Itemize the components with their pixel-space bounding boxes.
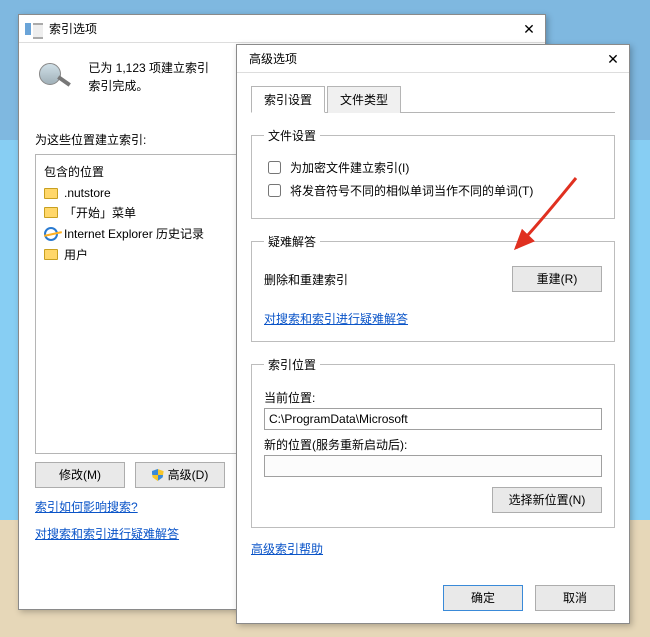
current-location-label: 当前位置: [264, 389, 602, 406]
status-text: 已为 1,123 项建立索引 索引完成。 [88, 59, 209, 95]
list-item-label: 「开始」菜单 [64, 204, 136, 221]
diacritics-checkbox-row[interactable]: 将发音符号不同的相似单词当作不同的单词(T) [264, 181, 602, 200]
close-icon[interactable]: ✕ [603, 49, 623, 69]
advanced-button[interactable]: 高级(D) [135, 462, 225, 488]
file-settings-legend: 文件设置 [264, 127, 320, 144]
file-settings-group: 文件设置 为加密文件建立索引(I) 将发音符号不同的相似单词当作不同的单词(T) [251, 127, 615, 219]
new-location-field[interactable] [264, 455, 602, 477]
advanced-options-dialog: 高级选项 ✕ 索引设置 文件类型 文件设置 为加密文件建立索引(I) 将发音符号… [236, 44, 630, 624]
dialog-title: 索引选项 [49, 20, 97, 37]
folder-icon [44, 207, 58, 218]
current-location-field[interactable] [264, 408, 602, 430]
uac-shield-icon [152, 469, 164, 481]
troubleshoot-legend: 疑难解答 [264, 233, 320, 250]
how-affect-search-link[interactable]: 索引如何影响搜索? [35, 498, 138, 515]
titlebar[interactable]: 高级选项 ✕ [237, 45, 629, 73]
encrypted-checkbox-label: 为加密文件建立索引(I) [290, 159, 409, 176]
tabs: 索引设置 文件类型 [251, 85, 615, 113]
troubleshoot-group: 疑难解答 删除和重建索引 重建(R) 对搜索和索引进行疑难解答 [251, 233, 615, 342]
new-location-label: 新的位置(服务重新启动后): [264, 436, 602, 453]
diacritics-checkbox[interactable] [268, 184, 281, 197]
rebuild-button[interactable]: 重建(R) [512, 266, 602, 292]
choose-new-location-button[interactable]: 选择新位置(N) [492, 487, 602, 513]
list-item-label: .nutstore [64, 186, 111, 200]
diacritics-checkbox-label: 将发音符号不同的相似单词当作不同的单词(T) [290, 182, 533, 199]
titlebar[interactable]: 索引选项 ✕ [19, 15, 545, 43]
magnifier-icon [35, 59, 75, 93]
list-item-label: Internet Explorer 历史记录 [64, 225, 204, 242]
ok-button[interactable]: 确定 [443, 585, 523, 611]
dialog-title: 高级选项 [249, 50, 297, 67]
encrypted-checkbox-row[interactable]: 为加密文件建立索引(I) [264, 158, 602, 177]
troubleshoot-link[interactable]: 对搜索和索引进行疑难解答 [35, 525, 179, 542]
close-icon[interactable]: ✕ [519, 19, 539, 39]
encrypted-checkbox[interactable] [268, 161, 281, 174]
folder-icon [44, 188, 58, 199]
modify-button[interactable]: 修改(M) [35, 462, 125, 488]
rebuild-label: 删除和重建索引 [264, 271, 348, 288]
troubleshoot-link[interactable]: 对搜索和索引进行疑难解答 [264, 312, 408, 326]
tab-file-types[interactable]: 文件类型 [327, 86, 401, 113]
index-location-group: 索引位置 当前位置: 新的位置(服务重新启动后): 选择新位置(N) [251, 356, 615, 528]
ie-icon [44, 227, 58, 241]
advanced-help-link[interactable]: 高级索引帮助 [251, 542, 323, 556]
index-icon [25, 23, 43, 35]
list-item-label: 用户 [64, 246, 88, 263]
cancel-button[interactable]: 取消 [535, 585, 615, 611]
folder-icon [44, 249, 58, 260]
status-done: 索引完成。 [88, 79, 148, 93]
advanced-button-label: 高级(D) [168, 468, 209, 482]
index-location-legend: 索引位置 [264, 356, 320, 373]
tab-index-settings[interactable]: 索引设置 [251, 86, 325, 113]
status-count: 已为 1,123 项建立索引 [88, 61, 209, 75]
